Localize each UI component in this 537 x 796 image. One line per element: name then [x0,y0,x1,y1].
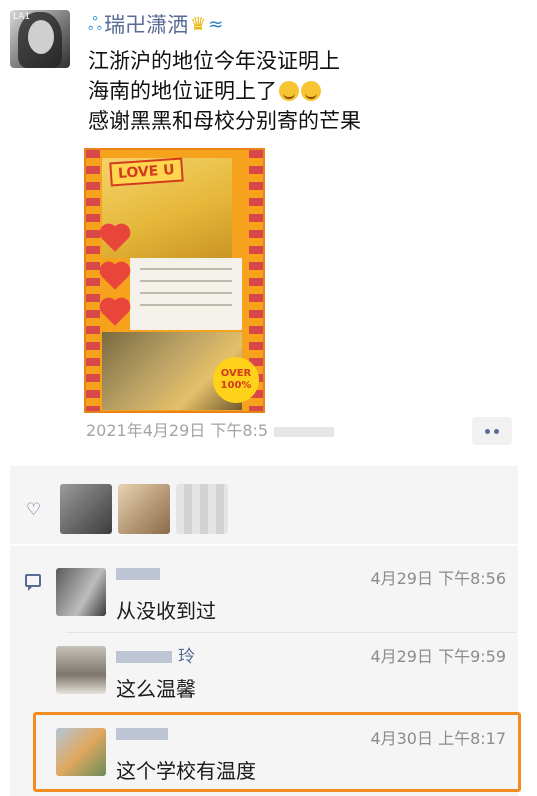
more-dots-icon [494,428,499,434]
poster-username[interactable]: ஃ 瑞卍潇洒 ♛ ≈ [88,10,223,40]
like-avatar[interactable] [176,484,228,534]
ribbon-icon: ஃ [88,14,103,35]
post-line-2-text: 海南的地位证明上了 [88,79,277,103]
comment-time: 4月29日 下午8:56 [370,569,506,588]
comment-avatar[interactable] [56,568,106,616]
comment-text: 这么温馨 [116,677,196,701]
username-text: 瑞卍潇洒 [104,13,189,37]
comment-author[interactable] [116,568,166,580]
post-timestamp-text: 2021年4月29日 下午8:5 [86,421,269,440]
comment-author[interactable]: 玲 [116,646,195,668]
comment-time: 4月29日 下午9:59 [370,647,506,666]
heart-outline-icon: ♡ [26,500,42,520]
smile-emoji-icon [301,81,321,101]
badge-line-2: 100% [220,380,252,391]
over-100-badge: OVER 100% [213,357,259,403]
comment-icon [25,574,41,591]
crown-icon: ♛ [190,14,207,35]
name-blur [116,568,160,580]
timestamp-blur [274,426,335,437]
avatar-label: LA1 [13,12,31,22]
heart-icon [102,300,128,326]
smile-emoji-icon [279,81,299,101]
likes-panel: ♡ [10,466,518,544]
comment-divider [66,632,516,633]
name-blur [116,651,172,663]
post-photo[interactable]: LOVE U OVER 100% [84,148,265,413]
more-dots-icon [485,428,490,434]
post-line-3: 感谢黑黑和母校分别寄的芒果 [88,109,361,133]
post-line-2: 海南的地位证明上了 [88,76,361,106]
post-text: 江浙沪的地位今年没证明上 海南的地位证明上了 感谢黑黑和母校分别寄的芒果 [88,46,361,136]
comment-avatar[interactable] [56,646,106,694]
love-tag: LOVE U [109,157,184,187]
post-timestamp: 2021年4月29日 下午8:5 [86,420,335,442]
like-avatar[interactable] [60,484,112,534]
comment-text: 从没收到过 [116,599,216,623]
avatar-face [28,20,54,54]
highlight-annotation [33,712,521,792]
post-line-1: 江浙沪的地位今年没证明上 [88,49,340,73]
poster-avatar[interactable]: LA1 [10,10,70,68]
comment-author-text: 玲 [178,647,195,667]
letter-photo [130,258,242,330]
heart-icon [102,264,128,290]
frame-stripe [86,150,100,411]
letter-line [140,292,232,294]
wave-icon: ≈ [208,14,224,35]
letter-line [140,268,232,270]
letter-line [140,304,232,306]
more-options-button[interactable] [472,417,512,445]
letter-line [140,280,232,282]
badge-line-1: OVER [220,368,252,379]
like-avatar[interactable] [118,484,170,534]
